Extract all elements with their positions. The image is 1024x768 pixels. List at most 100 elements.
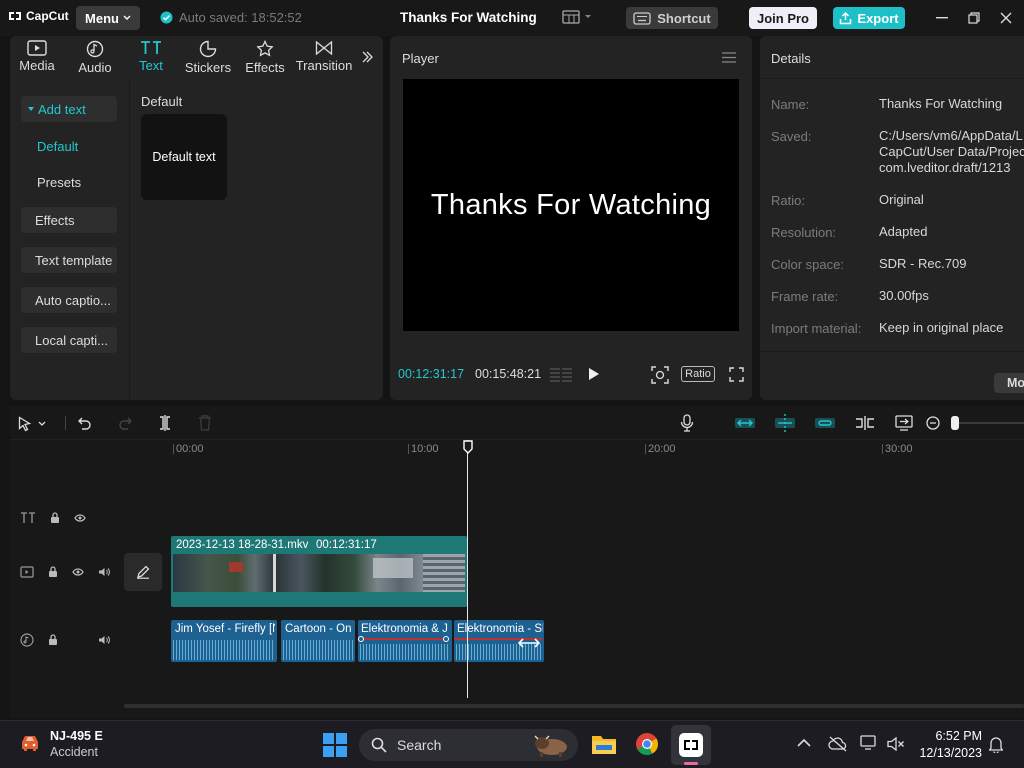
- divider: [760, 78, 1024, 79]
- default-text-card[interactable]: Default text: [141, 114, 227, 200]
- sidebar-item-text-template[interactable]: Text template: [21, 247, 117, 273]
- windows-start-icon[interactable]: [323, 733, 347, 757]
- lock-icon[interactable]: [50, 512, 60, 524]
- section-heading: Default: [141, 94, 183, 109]
- screen-fit-icon[interactable]: [895, 415, 913, 431]
- sidebar-item-local-captions[interactable]: Local capti...: [21, 327, 117, 353]
- eye-icon[interactable]: [74, 514, 86, 522]
- delete-icon[interactable]: [198, 415, 212, 431]
- project-title[interactable]: Thanks For Watching: [400, 10, 537, 25]
- restore-icon[interactable]: [966, 10, 982, 26]
- volume-muted-icon[interactable]: [887, 737, 905, 751]
- player-title: Player: [402, 51, 439, 66]
- edit-pencil-icon: [137, 565, 150, 579]
- split-icon[interactable]: [159, 415, 171, 431]
- weather-subtitle[interactable]: Accident: [50, 745, 98, 759]
- ratio-button[interactable]: Ratio: [681, 366, 715, 382]
- tab-effects[interactable]: Effects: [244, 40, 286, 80]
- lock-icon[interactable]: [48, 634, 58, 646]
- audio-clip[interactable]: Jim Yosef - Firefly [N: [171, 620, 277, 662]
- eye-icon[interactable]: [72, 568, 84, 576]
- cover-edit-button[interactable]: [124, 553, 162, 591]
- taskbar-search[interactable]: Search: [359, 729, 578, 761]
- video-preview[interactable]: Thanks For Watching: [403, 79, 739, 331]
- tab-label: Stickers: [184, 60, 232, 75]
- fullscreen-icon[interactable]: [729, 367, 744, 382]
- minimize-icon[interactable]: [934, 10, 950, 26]
- audio-clip[interactable]: Elektronomia & J: [358, 620, 452, 662]
- video-clip[interactable]: 2023-12-13 18-28-31.mkv 00:12:31:17: [171, 536, 467, 607]
- autosave-status: Auto saved: 18:52:52: [160, 10, 302, 25]
- sidebar-item-auto-captions[interactable]: Auto captio...: [21, 287, 117, 313]
- traffic-alert-icon[interactable]: [18, 733, 42, 753]
- clock-time[interactable]: 6:52 PM: [918, 729, 982, 743]
- clip-name: Jim Yosef - Firefly [N: [175, 623, 275, 635]
- clip-duration: 00:12:31:17: [316, 539, 377, 551]
- fade-handle[interactable]: [443, 636, 449, 642]
- linkage-icon[interactable]: [814, 416, 836, 430]
- join-pro-button[interactable]: Join Pro: [749, 7, 817, 29]
- detail-value: C:/Users/vm6/AppData/L CapCut/User Data/…: [879, 128, 1024, 175]
- shortcut-button[interactable]: Shortcut: [626, 7, 718, 29]
- speaker-icon[interactable]: [98, 567, 110, 577]
- fade-handle[interactable]: [358, 636, 364, 642]
- capcut-logo: CapCut: [8, 9, 69, 23]
- tab-stickers[interactable]: Stickers: [184, 40, 232, 80]
- preview-axis-icon[interactable]: [855, 416, 875, 430]
- layout-selector[interactable]: [562, 10, 592, 24]
- redo-icon[interactable]: [118, 416, 132, 430]
- menu-button[interactable]: Menu: [76, 6, 140, 30]
- sidebar-item-effects[interactable]: Effects: [21, 207, 117, 233]
- capcut-taskbar-button[interactable]: [671, 725, 711, 765]
- details-title: Details: [771, 51, 811, 66]
- modify-button[interactable]: Mo: [994, 373, 1024, 393]
- sidebar-item-default[interactable]: Default: [21, 133, 117, 159]
- player-menu-icon[interactable]: [722, 52, 736, 63]
- sidebar-item-add-text[interactable]: Add text: [21, 96, 117, 122]
- zoom-slider-track[interactable]: [954, 422, 1024, 424]
- audio-track-icon: [20, 633, 34, 647]
- player-panel: Player Thanks For Watching 00:12:31:17 0…: [390, 36, 752, 400]
- tab-media[interactable]: Media: [18, 40, 56, 80]
- chevron-up-icon[interactable]: [797, 738, 811, 747]
- auto-snap-icon[interactable]: [774, 413, 796, 433]
- export-button[interactable]: Export: [833, 7, 905, 29]
- shortcut-label: Shortcut: [657, 10, 711, 26]
- select-tool[interactable]: [18, 416, 46, 432]
- sidebar-item-presets[interactable]: Presets: [21, 169, 117, 195]
- timeline-scrollbar[interactable]: [124, 704, 1024, 708]
- timeline-view-icon[interactable]: [550, 367, 572, 383]
- speaker-icon[interactable]: [98, 635, 110, 645]
- lock-icon[interactable]: [48, 566, 58, 578]
- fit-screen-icon[interactable]: [651, 366, 669, 384]
- time-ruler[interactable]: [10, 440, 1024, 460]
- tab-audio[interactable]: Audio: [76, 40, 114, 80]
- windows-taskbar: NJ-495 E Accident Search 6:52 PM 12/13/2…: [0, 720, 1024, 768]
- undo-icon[interactable]: [78, 416, 92, 430]
- more-tabs-icon[interactable]: [361, 51, 373, 63]
- tab-transition[interactable]: Transition: [296, 40, 352, 80]
- notification-bell-icon[interactable]: [989, 736, 1003, 753]
- close-icon[interactable]: [998, 10, 1014, 26]
- weather-title[interactable]: NJ-495 E: [50, 729, 103, 743]
- microphone-icon[interactable]: [680, 414, 694, 432]
- zoom-slider-thumb[interactable]: [951, 416, 959, 430]
- cursor-icon: [18, 416, 32, 432]
- ruler-tick-label: 00:00: [176, 443, 204, 455]
- tab-label: Audio: [78, 60, 112, 75]
- playhead-line[interactable]: [467, 440, 468, 698]
- chrome-icon[interactable]: [635, 732, 659, 756]
- zoom-out-icon[interactable]: [926, 416, 940, 430]
- play-icon[interactable]: [588, 367, 600, 381]
- export-icon: [840, 11, 852, 24]
- playhead-handle[interactable]: [463, 440, 473, 454]
- detail-value: Original: [879, 192, 924, 207]
- onedrive-offline-icon[interactable]: [828, 736, 848, 752]
- main-track-magnet-icon[interactable]: [734, 416, 756, 430]
- audio-clip[interactable]: Cartoon - On: [281, 620, 355, 662]
- network-icon[interactable]: [860, 735, 878, 751]
- clock-date[interactable]: 12/13/2023: [914, 746, 982, 760]
- tab-text[interactable]: Text: [134, 40, 168, 80]
- detail-label: Import material:: [771, 321, 862, 336]
- file-explorer-icon[interactable]: [591, 733, 617, 755]
